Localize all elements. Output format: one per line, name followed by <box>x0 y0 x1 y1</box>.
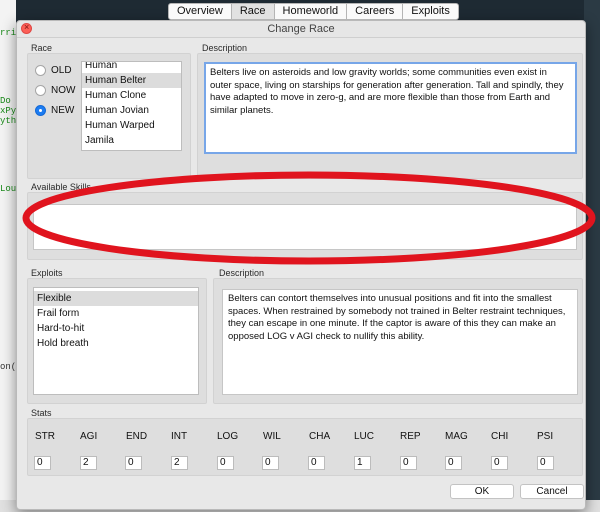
radio-old[interactable] <box>35 65 46 76</box>
skills-label: Available Skills <box>31 182 91 192</box>
stat-input-agi[interactable]: 2 <box>80 456 97 470</box>
available-skills-field[interactable] <box>33 204 577 250</box>
list-item[interactable]: Flexible <box>34 291 198 306</box>
race-option-now[interactable]: NOW <box>35 85 75 96</box>
stat-label-luc: LUC <box>354 431 375 442</box>
stat-label-wil: WIL <box>263 431 281 442</box>
code-fragment: xPy <box>0 106 17 116</box>
code-fragment: yth <box>0 116 17 126</box>
list-item[interactable]: Hold breath <box>34 336 198 351</box>
list-item[interactable]: Human Warped <box>82 118 181 133</box>
code-fragment: on( <box>0 362 17 372</box>
stat-input-str[interactable]: 0 <box>34 456 51 470</box>
radio-label: NOW <box>51 85 76 96</box>
dialog-titlebar: × Change Race <box>17 21 585 38</box>
change-race-dialog: × Change Race Race OLD NOW NEW Human Hum… <box>16 20 586 510</box>
race-option-old[interactable]: OLD <box>35 65 72 76</box>
background-window <box>584 0 600 512</box>
exploits-label: Exploits <box>31 268 63 278</box>
ok-button[interactable]: OK <box>450 484 514 499</box>
race-option-new[interactable]: NEW <box>35 105 74 116</box>
radio-label: OLD <box>51 65 72 76</box>
tab-race[interactable]: Race <box>231 3 275 20</box>
stat-label-chi: CHI <box>491 431 509 442</box>
tab-careers[interactable]: Careers <box>347 3 404 20</box>
stat-input-end[interactable]: 0 <box>125 456 142 470</box>
stat-label-str: STR <box>35 431 55 442</box>
tab-homeworld[interactable]: Homeworld <box>274 3 348 20</box>
cancel-button[interactable]: Cancel <box>520 484 584 499</box>
stat-label-psi: PSI <box>537 431 554 442</box>
stat-input-mag[interactable]: 0 <box>445 456 462 470</box>
race-description-text[interactable]: Belters live on asteroids and low gravit… <box>204 62 577 154</box>
stat-input-chi[interactable]: 0 <box>491 456 508 470</box>
list-item[interactable]: Human <box>82 62 181 73</box>
stat-label-end: END <box>126 431 148 442</box>
list-item[interactable]: Hard-to-hit <box>34 321 198 336</box>
stat-label-agi: AGI <box>80 431 98 442</box>
radio-now[interactable] <box>35 85 46 96</box>
main-tab-bar: Overview Race Homeworld Careers Exploits <box>168 3 459 20</box>
stat-input-int[interactable]: 2 <box>171 456 188 470</box>
code-fragment: Do <box>0 96 11 106</box>
race-section-label: Race <box>31 43 53 53</box>
exploit-description-text[interactable]: Belters can contort themselves into unus… <box>222 289 578 395</box>
radio-new[interactable] <box>35 105 46 116</box>
tab-overview[interactable]: Overview <box>168 3 232 20</box>
exploit-description-label: Description <box>219 268 265 278</box>
list-item[interactable]: Frail form <box>34 306 198 321</box>
list-item[interactable]: Human Clone <box>82 88 181 103</box>
dialog-title: Change Race <box>267 23 335 35</box>
tab-exploits[interactable]: Exploits <box>403 3 459 20</box>
stat-label-mag: MAG <box>445 431 468 442</box>
race-list[interactable]: Human Human Belter Human Clone Human Jov… <box>81 61 182 151</box>
stat-label-cha: CHA <box>309 431 331 442</box>
exploits-list[interactable]: Flexible Frail form Hard-to-hit Hold bre… <box>33 287 199 395</box>
background-editor: rris Do xPy yth Lou on( <box>0 0 22 512</box>
list-item[interactable]: Jamila <box>82 133 181 148</box>
list-item[interactable]: Human Belter <box>82 73 181 88</box>
stat-input-wil[interactable]: 0 <box>262 456 279 470</box>
radio-label: NEW <box>51 105 75 116</box>
stat-input-luc[interactable]: 1 <box>354 456 371 470</box>
stat-label-rep: REP <box>400 431 421 442</box>
stat-input-log[interactable]: 0 <box>217 456 234 470</box>
code-fragment: Lou <box>0 184 17 194</box>
stat-label-log: LOG <box>217 431 239 442</box>
list-item[interactable]: Human Jovian <box>82 103 181 118</box>
stats-label: Stats <box>31 408 52 418</box>
stat-input-rep[interactable]: 0 <box>400 456 417 470</box>
stat-input-cha[interactable]: 0 <box>308 456 325 470</box>
description-label: Description <box>202 43 248 53</box>
stat-label-int: INT <box>171 431 188 442</box>
stat-input-psi[interactable]: 0 <box>537 456 554 470</box>
